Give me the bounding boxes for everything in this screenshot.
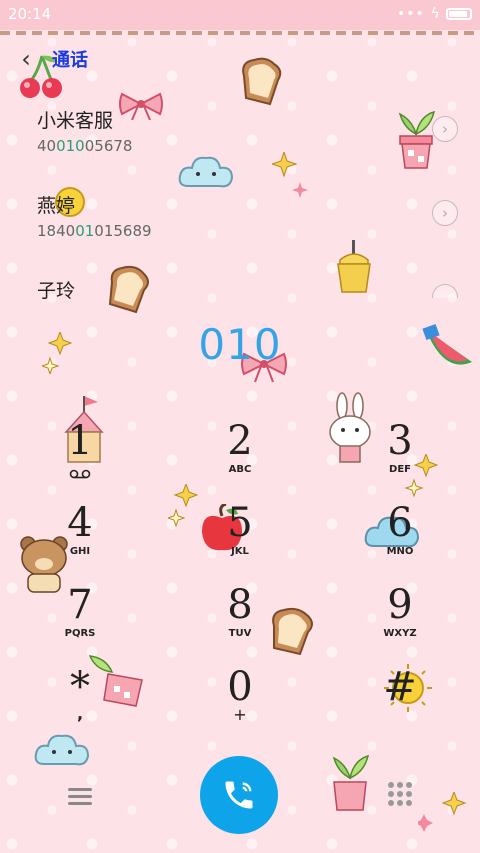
key-star[interactable]: *,: [25, 664, 135, 744]
key-9[interactable]: 9 WXYZ: [345, 582, 455, 662]
menu-icon[interactable]: [68, 784, 92, 809]
key-0[interactable]: 0 +: [185, 664, 295, 744]
contact-item[interactable]: 子玲: [37, 276, 437, 303]
contact-name: 小米客服: [37, 110, 114, 132]
page-title: 通话: [52, 50, 88, 71]
voicemail-icon: [69, 469, 91, 479]
stitch-divider: [0, 31, 480, 35]
cloud-sticker-icon: [178, 156, 234, 188]
contact-number: 4001005678: [37, 137, 133, 155]
key-3[interactable]: 3 DEF: [345, 418, 455, 498]
contact-detail-chevron-icon[interactable]: ›: [432, 116, 458, 142]
contact-item[interactable]: 小米客服 4001005678: [37, 106, 437, 155]
status-bar: 20:14 ••• ϟ: [0, 0, 480, 30]
key-5[interactable]: 5 JKL: [185, 500, 295, 580]
key-7[interactable]: 7 PQRS: [25, 582, 135, 662]
key-1[interactable]: 1: [25, 418, 135, 498]
key-8[interactable]: 8 TUV: [185, 582, 295, 662]
status-icons: ••• ϟ: [397, 6, 472, 22]
status-time: 20:14: [8, 5, 52, 23]
key-4[interactable]: 4 GHI: [25, 500, 135, 580]
bottom-bar: [0, 740, 480, 853]
chevron-left-icon[interactable]: ‹: [16, 47, 36, 71]
call-button[interactable]: [200, 756, 278, 834]
battery-icon: [446, 8, 472, 20]
keypad-icon[interactable]: [388, 782, 412, 806]
toast-sticker-icon: [242, 57, 282, 106]
more-dots-icon: •••: [396, 6, 425, 22]
header: ‹ 通话: [16, 44, 88, 74]
contact-name: 燕婷: [37, 195, 76, 217]
dialed-number-display[interactable]: 010: [0, 320, 480, 369]
key-6[interactable]: 6 MNO: [345, 500, 455, 580]
phone-call-icon: [225, 781, 253, 809]
charging-bolt-icon: ϟ: [430, 6, 440, 22]
contact-name: 子玲: [37, 280, 76, 302]
contact-number: 184001015689: [37, 222, 152, 240]
contact-item[interactable]: 燕婷 184001015689: [37, 191, 437, 240]
key-hash[interactable]: #: [345, 664, 455, 744]
key-2[interactable]: 2 ABC: [185, 418, 295, 498]
contact-detail-chevron-icon[interactable]: ›: [432, 200, 458, 226]
